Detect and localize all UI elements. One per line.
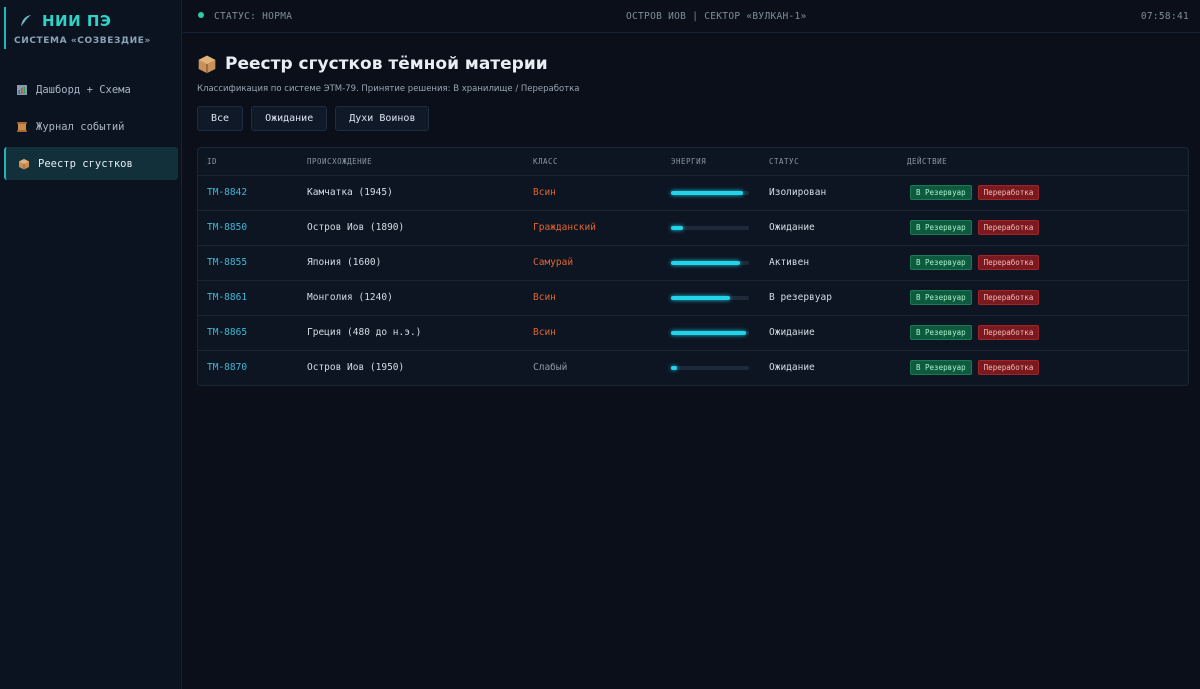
brand-subtitle: СИСТЕМА «СОЗВЕЗДИЕ» (14, 36, 151, 46)
row-origin: Япония (1600) (307, 257, 382, 268)
store-button[interactable]: В Резервуар (910, 255, 972, 270)
filter-bar: Все Ожидание Духи Воинов (197, 106, 1189, 131)
energy-bar-fill (671, 331, 746, 335)
sidebar-item-dashboard[interactable]: Дашборд + Схема (4, 73, 178, 106)
row-status: Ожидание (769, 327, 815, 338)
header-action: ДЕЙСТВИЕ (907, 157, 948, 166)
filter-all-button[interactable]: Все (197, 106, 244, 131)
row-actions: В Резервуар Переработка (910, 220, 1040, 235)
energy-bar (671, 296, 749, 300)
row-id[interactable]: TM-8865 (207, 327, 247, 338)
row-status: В резервуар (769, 292, 832, 303)
sidebar-item-label: Журнал событий (36, 120, 125, 133)
sidebar-item-journal[interactable]: Журнал событий (4, 110, 178, 143)
row-id[interactable]: TM-8855 (207, 257, 247, 268)
row-actions: В Резервуар Переработка (910, 185, 1040, 200)
page-title: Реестр сгустков тёмной материи (197, 52, 1189, 76)
energy-bar (671, 331, 749, 335)
row-class: Всин (533, 292, 556, 303)
process-button[interactable]: Переработка (977, 185, 1040, 200)
header-class: КЛАСС (533, 157, 559, 166)
row-origin: Камчатка (1945) (307, 187, 393, 198)
table-row: TM-8855 Япония (1600) Самурай Активен В … (198, 245, 1188, 280)
row-status: Активен (769, 257, 810, 268)
energy-bar (671, 191, 749, 195)
sidebar-item-label: Дашборд + Схема (36, 83, 131, 96)
process-button[interactable]: Переработка (977, 325, 1040, 340)
header-energy: ЭНЕРГИЯ (671, 157, 707, 166)
box-icon (198, 55, 216, 74)
chart-icon (17, 84, 27, 95)
energy-bar-fill (671, 296, 731, 300)
row-status: Ожидание (769, 362, 815, 373)
system-status: СТАТУС: НОРМА (214, 11, 293, 22)
store-button[interactable]: В Резервуар (910, 360, 972, 375)
row-actions: В Резервуар Переработка (910, 255, 1040, 270)
row-actions: В Резервуар Переработка (910, 325, 1040, 340)
header-origin: ПРОИСХОЖДЕНИЕ (307, 157, 373, 166)
table-row: TM-8861 Монголия (1240) Всин В резервуар… (198, 280, 1188, 315)
scroll-icon (17, 121, 27, 132)
row-class: Гражданский (533, 222, 596, 233)
feather-icon (20, 15, 31, 28)
clock: 07:58:41 (1140, 11, 1189, 22)
brand-title-text: НИИ ПЭ (42, 12, 112, 30)
row-status: Изолирован (769, 187, 827, 198)
row-id[interactable]: TM-8870 (207, 362, 247, 373)
sidebar-nav: Дашборд + Схема Журнал событий Реестр сг… (0, 73, 182, 184)
row-id[interactable]: TM-8850 (207, 222, 247, 233)
energy-bar-fill (671, 261, 740, 265)
page-subtitle: Классификация по системе ЭТМ-79. Приняти… (197, 84, 580, 94)
top-bar: СТАТУС: НОРМА ОСТРОВ ИОВ | СЕКТОР «ВУЛКА… (183, 0, 1200, 33)
table-row: TM-8842 Камчатка (1945) Всин Изолирован … (198, 175, 1188, 210)
row-class: Всин (533, 327, 556, 338)
header-id: ID (207, 157, 218, 166)
row-status: Ожидание (769, 222, 815, 233)
table-row: TM-8870 Остров Иов (1950) Слабый Ожидани… (198, 350, 1188, 385)
registry-table: ID ПРОИСХОЖДЕНИЕ КЛАСС ЭНЕРГИЯ СТАТУС ДЕ… (197, 147, 1189, 386)
row-origin: Остров Иов (1950) (307, 362, 405, 373)
row-origin: Монголия (1240) (307, 292, 393, 303)
location-label: ОСТРОВ ИОВ | СЕКТОР «ВУЛКАН-1» (626, 11, 807, 22)
energy-bar (671, 226, 749, 230)
energy-bar-fill (671, 191, 743, 195)
store-button[interactable]: В Резервуар (910, 185, 972, 200)
table-row: TM-8865 Греция (480 до н.э.) Всин Ожидан… (198, 315, 1188, 350)
sidebar: НИИ ПЭ СИСТЕМА «СОЗВЕЗДИЕ» Дашборд + Схе… (0, 0, 182, 689)
header-status: СТАТУС (769, 157, 800, 166)
row-id[interactable]: TM-8842 (207, 187, 247, 198)
store-button[interactable]: В Резервуар (910, 325, 972, 340)
row-origin: Греция (480 до н.э.) (307, 327, 422, 338)
table-row: TM-8850 Остров Иов (1890) Гражданский Ож… (198, 210, 1188, 245)
status-dot-icon (198, 12, 204, 18)
row-origin: Остров Иов (1890) (307, 222, 405, 233)
row-id[interactable]: TM-8861 (207, 292, 247, 303)
process-button[interactable]: Переработка (977, 220, 1040, 235)
store-button[interactable]: В Резервуар (910, 290, 972, 305)
filter-warrior-spirits-button[interactable]: Духи Воинов (335, 106, 430, 131)
table-header: ID ПРОИСХОЖДЕНИЕ КЛАСС ЭНЕРГИЯ СТАТУС ДЕ… (198, 148, 1188, 175)
filter-pending-button[interactable]: Ожидание (251, 106, 328, 131)
row-actions: В Резервуар Переработка (910, 360, 1040, 375)
process-button[interactable]: Переработка (977, 255, 1040, 270)
main-content: Реестр сгустков тёмной материи Классифик… (197, 52, 1189, 386)
energy-bar (671, 261, 749, 265)
row-class: Самурай (533, 257, 574, 268)
sidebar-item-label: Реестр сгустков (38, 157, 133, 170)
process-button[interactable]: Переработка (977, 360, 1040, 375)
energy-bar-fill (671, 366, 678, 370)
energy-bar-fill (671, 226, 683, 230)
process-button[interactable]: Переработка (977, 290, 1040, 305)
row-class: Слабый (533, 362, 568, 373)
page-title-text: Реестр сгустков тёмной материи (225, 54, 548, 74)
brand-title: НИИ ПЭ (18, 12, 180, 30)
brand: НИИ ПЭ СИСТЕМА «СОЗВЕЗДИЕ» (4, 7, 180, 49)
store-button[interactable]: В Резервуар (910, 220, 972, 235)
row-class: Всин (533, 187, 556, 198)
box-icon (19, 158, 29, 169)
row-actions: В Резервуар Переработка (910, 290, 1040, 305)
energy-bar (671, 366, 749, 370)
sidebar-item-registry[interactable]: Реестр сгустков (4, 147, 178, 180)
